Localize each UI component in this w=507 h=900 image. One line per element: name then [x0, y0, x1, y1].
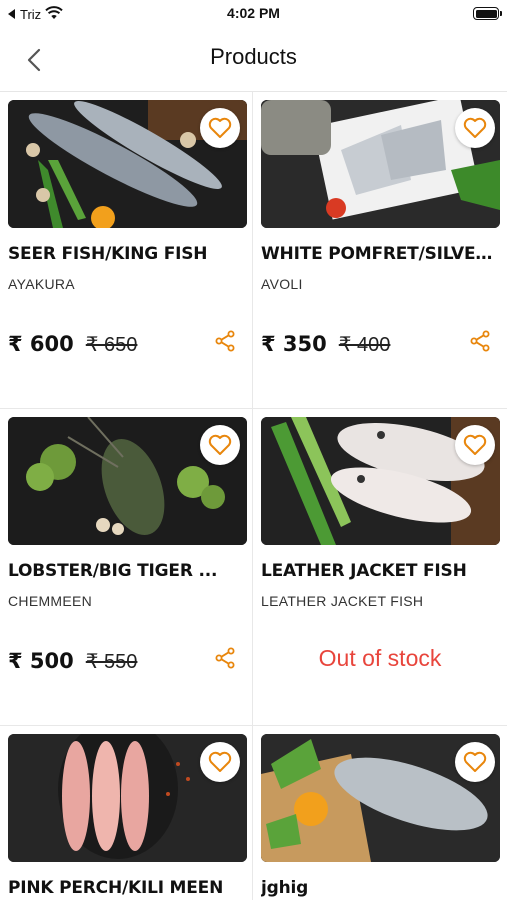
product-name: PINK PERCH/KILI MEEN — [8, 878, 224, 898]
heart-icon — [208, 117, 232, 138]
out-of-stock-label: Out of stock — [318, 645, 442, 671]
share-icon — [470, 330, 490, 352]
product-subtitle: LEATHER JACKET FISH — [261, 593, 424, 609]
product-name: jghig — [261, 878, 309, 898]
battery-icon — [473, 7, 502, 20]
favorite-button[interactable] — [200, 108, 240, 148]
share-button[interactable] — [469, 330, 491, 352]
price-row: ₹ 600 ₹ 650 — [8, 332, 137, 357]
product-price: ₹ 600 — [8, 332, 74, 356]
share-button[interactable] — [214, 330, 236, 352]
product-name: LOBSTER/BIG TIGER ... — [8, 561, 218, 581]
product-card[interactable]: jghig — [253, 726, 507, 900]
navigation-bar: Products — [0, 28, 507, 92]
heart-icon — [463, 117, 487, 138]
product-mrp: ₹ 400 — [338, 334, 391, 356]
product-mrp: ₹ 650 — [85, 334, 138, 356]
product-name: WHITE POMFRET/SILVER... — [261, 244, 501, 264]
product-name: SEER FISH/KING FISH — [8, 244, 208, 264]
product-subtitle: CHEMMEEN — [8, 593, 93, 609]
price-row: ₹ 500 ₹ 550 — [8, 649, 137, 674]
heart-icon — [463, 751, 487, 772]
favorite-button[interactable] — [200, 425, 240, 465]
price-row: ₹ 350 ₹ 400 — [261, 332, 390, 357]
favorite-button[interactable] — [455, 425, 495, 465]
product-mrp: ₹ 550 — [85, 651, 138, 673]
heart-icon — [208, 751, 232, 772]
product-card[interactable]: WHITE POMFRET/SILVER... AVOLI ₹ 350 ₹ 40… — [253, 92, 507, 409]
favorite-button[interactable] — [455, 742, 495, 782]
product-subtitle: AVOLI — [261, 276, 303, 292]
product-card[interactable]: LOBSTER/BIG TIGER ... CHEMMEEN ₹ 500 ₹ 5… — [0, 409, 253, 726]
product-subtitle: AYAKURA — [8, 276, 75, 292]
product-card[interactable]: LEATHER JACKET FISH LEATHER JACKET FISH … — [253, 409, 507, 726]
status-time: 4:02 PM — [227, 5, 280, 21]
product-price: ₹ 500 — [8, 649, 74, 673]
share-icon — [215, 330, 235, 352]
favorite-button[interactable] — [455, 108, 495, 148]
share-icon — [215, 647, 235, 669]
heart-icon — [463, 434, 487, 455]
product-card[interactable]: PINK PERCH/KILI MEEN — [0, 726, 253, 900]
heart-icon — [208, 434, 232, 455]
favorite-button[interactable] — [200, 742, 240, 782]
product-price: ₹ 350 — [261, 332, 327, 356]
status-bar: Triz 4:02 PM — [0, 0, 507, 28]
page-title: Products — [210, 44, 297, 69]
product-name: LEATHER JACKET FISH — [261, 561, 467, 581]
product-card[interactable]: SEER FISH/KING FISH AYAKURA ₹ 600 ₹ 650 — [0, 92, 253, 409]
share-button[interactable] — [214, 647, 236, 669]
